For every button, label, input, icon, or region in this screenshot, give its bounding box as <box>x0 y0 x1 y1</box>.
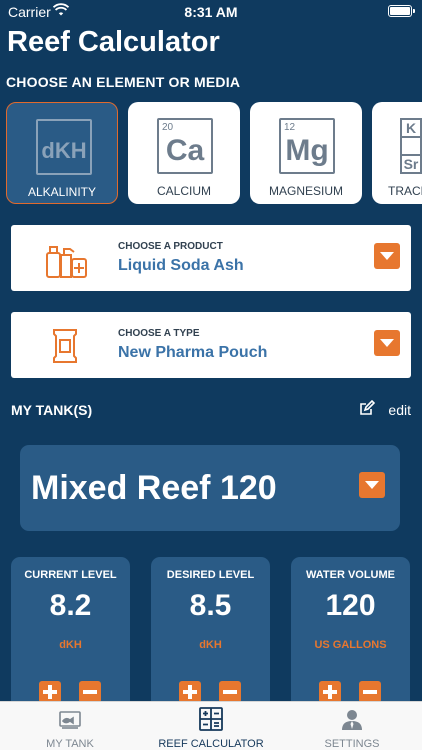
page-title: Reef Calculator <box>7 26 220 58</box>
pouch-icon <box>45 326 85 366</box>
product-bottles-icon <box>45 239 87 279</box>
type-label: CHOOSE A TYPE <box>118 328 200 339</box>
element-tile: 12 Mg <box>279 118 335 174</box>
atomic-number: 20 <box>162 122 174 133</box>
clock: 8:31 AM <box>184 4 238 20</box>
increment-button[interactable] <box>319 681 341 703</box>
product-selector[interactable]: CHOOSE A PRODUCT Liquid Soda Ash <box>11 225 411 291</box>
element-symbol: Ca <box>165 134 205 167</box>
tab-my-tank[interactable]: MY TANK <box>0 702 140 750</box>
my-tanks-label: MY TANK(S) <box>11 402 93 418</box>
person-icon <box>340 707 364 731</box>
level-label: CURRENT LEVEL <box>24 569 117 581</box>
battery-icon <box>388 5 415 17</box>
element-name: CALCIUM <box>156 184 211 198</box>
increment-button[interactable] <box>179 681 201 703</box>
current-level-card: CURRENT LEVEL 8.2 dKH <box>11 557 130 717</box>
level-unit: dKH <box>59 639 82 651</box>
element-carousel[interactable]: dKH ALKALINITY 20 Ca CALCIUM 12 Mg MAGNE… <box>0 102 422 204</box>
level-unit: US GALLONS <box>314 639 387 651</box>
type-selector[interactable]: CHOOSE A TYPE New Pharma Pouch <box>11 312 411 378</box>
chevron-down-icon[interactable] <box>374 330 400 356</box>
tank-icon <box>58 707 82 731</box>
desired-level-card: DESIRED LEVEL 8.5 dKH <box>151 557 270 717</box>
element-tile: dKH <box>36 119 92 175</box>
chevron-down-icon[interactable] <box>359 472 385 498</box>
edit-label[interactable]: edit <box>388 402 411 418</box>
choose-element-label: CHOOSE AN ELEMENT OR MEDIA <box>6 74 241 90</box>
element-card-trace[interactable]: K Sr TRACE E <box>372 102 422 204</box>
tank-name: Mixed Reef 120 <box>31 469 277 507</box>
status-bar: Carrier 8:31 AM <box>0 0 422 24</box>
tab-label: SETTINGS <box>324 738 380 750</box>
edit-icon[interactable] <box>359 399 376 419</box>
element-symbol: Mg <box>285 134 329 167</box>
product-label: CHOOSE A PRODUCT <box>118 241 223 252</box>
tab-settings[interactable]: SETTINGS <box>282 702 422 750</box>
tab-bar: MY TANK REEF CALCULATOR SETTINGS <box>0 701 422 750</box>
chevron-down-icon[interactable] <box>374 243 400 269</box>
level-value[interactable]: 8.2 <box>11 589 130 623</box>
tab-label: MY TANK <box>46 738 94 750</box>
level-value[interactable]: 120 <box>291 589 410 623</box>
level-label: DESIRED LEVEL <box>166 569 255 581</box>
level-value[interactable]: 8.5 <box>151 589 270 623</box>
element-card-magnesium[interactable]: 12 Mg MAGNESIUM <box>250 102 362 204</box>
water-volume-card: WATER VOLUME 120 US GALLONS <box>291 557 410 717</box>
tab-reef-calculator[interactable]: REEF CALCULATOR <box>141 702 281 750</box>
element-tile: 20 Ca <box>157 118 213 174</box>
calculator-icon <box>199 707 223 731</box>
trace-elements-icon: K Sr <box>400 118 422 174</box>
tab-label: REEF CALCULATOR <box>158 738 264 750</box>
tank-selector[interactable]: Mixed Reef 120 <box>20 445 400 531</box>
element-name: MAGNESIUM <box>268 184 343 198</box>
element-name: TRACE E <box>388 184 422 198</box>
decrement-button[interactable] <box>359 681 381 703</box>
element-card-calcium[interactable]: 20 Ca CALCIUM <box>128 102 240 204</box>
type-value: New Pharma Pouch <box>118 344 268 361</box>
level-unit: dKH <box>199 639 222 651</box>
product-value: Liquid Soda Ash <box>118 257 244 274</box>
increment-button[interactable] <box>39 681 61 703</box>
level-label: WATER VOLUME <box>305 569 395 581</box>
edit-button[interactable]: edit <box>359 399 411 419</box>
decrement-button[interactable] <box>219 681 241 703</box>
atomic-number: 12 <box>284 122 296 133</box>
decrement-button[interactable] <box>79 681 101 703</box>
element-card-alkalinity[interactable]: dKH ALKALINITY <box>6 102 118 204</box>
element-name: ALKALINITY <box>27 185 97 199</box>
element-symbol: dKH <box>41 138 87 163</box>
